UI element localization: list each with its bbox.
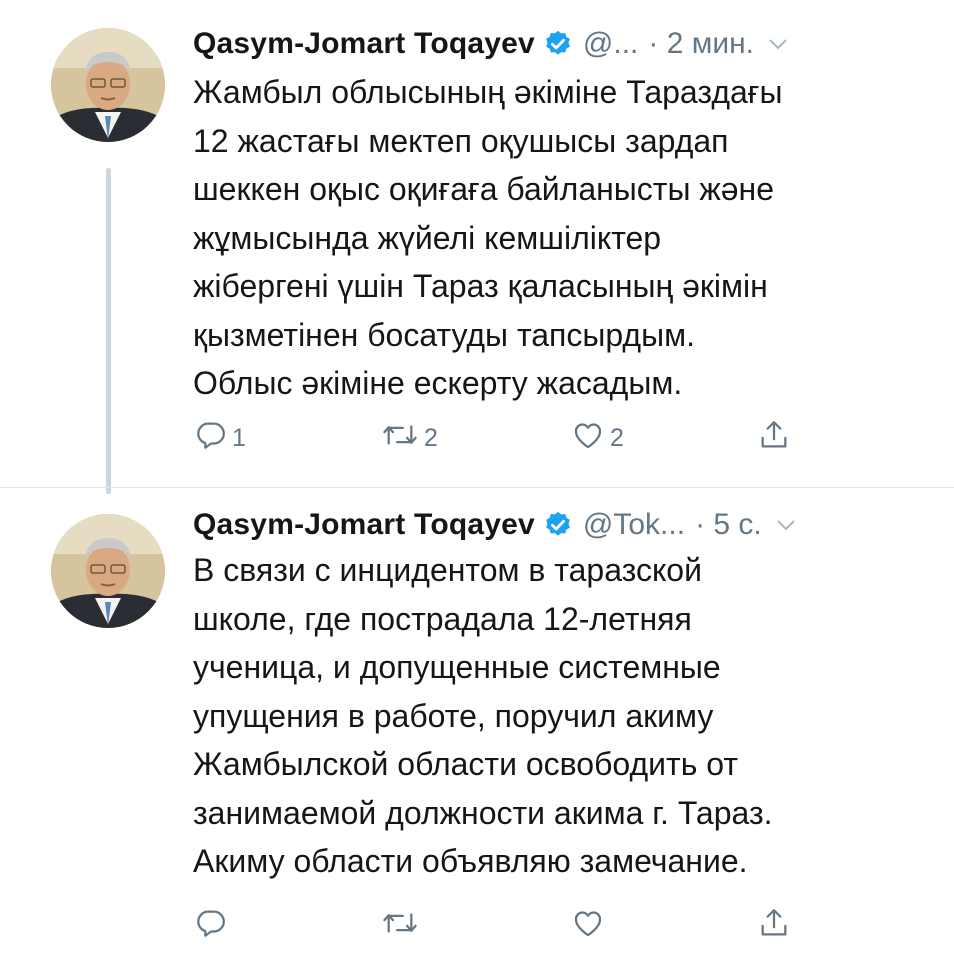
tweet-header: Qasym-Jomart Toqayev @Tok... · 5 с.	[193, 501, 934, 549]
tweet[interactable]: Qasym-Jomart Toqayev @... · 2 мин. Жамбы…	[0, 0, 954, 488]
tweet-actions: 1 2 2	[0, 418, 954, 458]
reply-icon	[194, 906, 228, 947]
heart-icon	[570, 906, 606, 947]
heart-icon	[570, 418, 606, 459]
tweet[interactable]: Qasym-Jomart Toqayev @Tok... · 5 с. В св…	[0, 488, 954, 960]
retweet-icon	[380, 418, 420, 459]
tweet-timestamp[interactable]: · 2 мин.	[648, 27, 754, 61]
tweet-actions	[0, 906, 954, 946]
reply-button[interactable]	[194, 906, 232, 947]
share-icon	[757, 418, 791, 459]
retweet-count: 2	[424, 424, 438, 452]
chevron-down-icon[interactable]	[768, 37, 788, 51]
reply-count: 1	[232, 424, 246, 452]
tweet-text: В связи с инцидентом в таразской школе, …	[193, 552, 773, 879]
like-button[interactable]: 2	[570, 418, 624, 459]
tweet-header: Qasym-Jomart Toqayev @... · 2 мин.	[193, 20, 934, 68]
author-name[interactable]: Qasym-Jomart Toqayev	[193, 27, 535, 61]
share-icon	[757, 906, 791, 947]
chevron-down-icon[interactable]	[776, 518, 796, 532]
share-button[interactable]	[757, 906, 791, 947]
retweet-icon	[380, 906, 420, 947]
retweet-button[interactable]	[380, 906, 424, 947]
tweet-text: Жамбыл облысының әкіміне Тараздағы 12 жа…	[193, 74, 783, 401]
reply-button[interactable]: 1	[194, 418, 246, 459]
verified-badge-icon	[543, 510, 573, 540]
verified-badge-icon	[543, 29, 573, 59]
author-name[interactable]: Qasym-Jomart Toqayev	[193, 508, 535, 542]
tweet-timestamp[interactable]: · 5 с.	[695, 508, 762, 542]
share-button[interactable]	[757, 418, 791, 459]
avatar[interactable]	[51, 514, 165, 628]
like-button[interactable]	[570, 906, 610, 947]
author-handle[interactable]: @...	[583, 27, 638, 61]
like-count: 2	[610, 424, 624, 452]
avatar[interactable]	[51, 28, 165, 142]
reply-icon	[194, 418, 228, 459]
retweet-button[interactable]: 2	[380, 418, 438, 459]
author-handle[interactable]: @Tok...	[583, 508, 685, 542]
